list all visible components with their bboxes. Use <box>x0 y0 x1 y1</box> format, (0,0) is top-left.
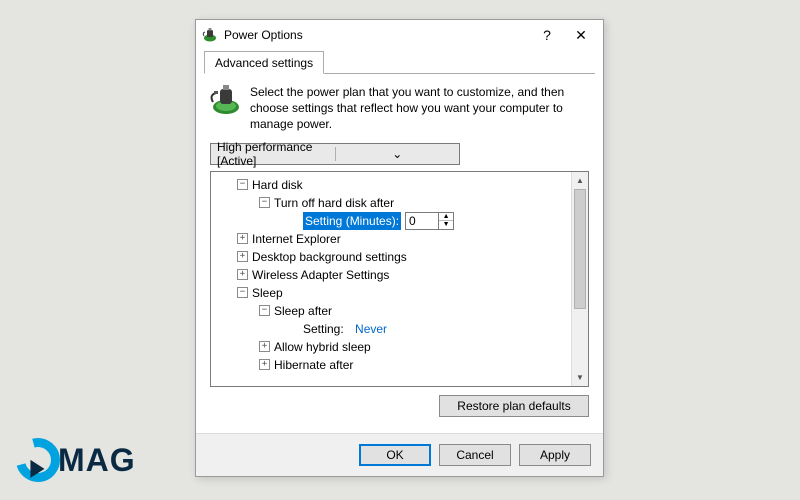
ok-button[interactable]: OK <box>359 444 431 466</box>
collapse-icon[interactable]: − <box>259 197 270 208</box>
cancel-button[interactable]: Cancel <box>439 444 511 466</box>
tree-item-hard-disk[interactable]: − Hard disk <box>215 176 569 194</box>
expand-icon[interactable]: + <box>237 251 248 262</box>
scroll-down-icon[interactable]: ▼ <box>572 369 588 386</box>
close-button[interactable]: ✕ <box>567 24 595 46</box>
spinner-up-icon[interactable]: ▲ <box>439 213 453 221</box>
tree-label: Sleep after <box>274 302 332 320</box>
tree-label: Desktop background settings <box>252 248 407 266</box>
expand-icon[interactable]: + <box>237 269 248 280</box>
collapse-icon[interactable]: − <box>259 305 270 316</box>
settings-tree[interactable]: − Hard disk − Turn off hard disk after S… <box>211 172 571 386</box>
power-icon-small <box>202 27 218 43</box>
tree-label: Allow hybrid sleep <box>274 338 371 356</box>
minutes-input[interactable] <box>406 214 438 228</box>
tab-strip: Advanced settings <box>204 50 595 74</box>
tree-item-wireless[interactable]: + Wireless Adapter Settings <box>215 266 569 284</box>
tree-scrollbar[interactable]: ▲ ▼ <box>571 172 588 386</box>
scroll-track[interactable] <box>572 189 588 369</box>
tree-label: Turn off hard disk after <box>274 194 394 212</box>
setting-value-link[interactable]: Never <box>355 320 387 338</box>
power-plan-icon <box>210 84 242 116</box>
spinner-down-icon[interactable]: ▼ <box>439 221 453 229</box>
tree-item-sleep-setting[interactable]: Setting: Never <box>215 320 569 338</box>
apply-button[interactable]: Apply <box>519 444 591 466</box>
scroll-up-icon[interactable]: ▲ <box>572 172 588 189</box>
plan-dropdown[interactable]: High performance [Active] ⌄ <box>210 143 460 165</box>
tree-label: Wireless Adapter Settings <box>252 266 389 284</box>
tree-item-sleep[interactable]: − Sleep <box>215 284 569 302</box>
tree-label: Hibernate after <box>274 356 353 374</box>
tree-item-hibernate-after[interactable]: + Hibernate after <box>215 356 569 374</box>
power-options-dialog: Power Options ? ✕ Advanced settings Sele… <box>195 19 604 477</box>
chevron-down-icon: ⌄ <box>335 147 460 161</box>
intro-text: Select the power plan that you want to c… <box>250 84 589 133</box>
dialog-title: Power Options <box>224 28 527 42</box>
collapse-icon[interactable]: − <box>237 179 248 190</box>
help-button[interactable]: ? <box>533 24 561 46</box>
restore-defaults-button[interactable]: Restore plan defaults <box>439 395 589 417</box>
tree-item-hybrid-sleep[interactable]: + Allow hybrid sleep <box>215 338 569 356</box>
dialog-button-row: OK Cancel Apply <box>196 433 603 476</box>
tree-label: Sleep <box>252 284 283 302</box>
expand-icon[interactable]: + <box>237 233 248 244</box>
tree-item-turnoff-hdd[interactable]: − Turn off hard disk after <box>215 194 569 212</box>
titlebar: Power Options ? ✕ <box>196 20 603 50</box>
tab-advanced-settings[interactable]: Advanced settings <box>204 51 324 74</box>
tree-label: Hard disk <box>252 176 303 194</box>
setting-minutes-label: Setting (Minutes): <box>303 212 401 230</box>
tree-item-hdd-setting[interactable]: Setting (Minutes): ▲ ▼ <box>215 212 569 230</box>
settings-tree-container: − Hard disk − Turn off hard disk after S… <box>210 171 589 387</box>
collapse-icon[interactable]: − <box>237 287 248 298</box>
tree-item-ie[interactable]: + Internet Explorer <box>215 230 569 248</box>
logo-text: MAG <box>58 442 136 479</box>
plan-dropdown-value: High performance [Active] <box>211 140 335 168</box>
tree-label: Internet Explorer <box>252 230 341 248</box>
logo-c-icon <box>8 430 68 490</box>
tree-item-desktop-bg[interactable]: + Desktop background settings <box>215 248 569 266</box>
tree-item-sleep-after[interactable]: − Sleep after <box>215 302 569 320</box>
setting-label: Setting: <box>303 320 344 338</box>
expand-icon[interactable]: + <box>259 341 270 352</box>
tab-content: Select the power plan that you want to c… <box>196 74 603 433</box>
cmag-logo: MAG <box>16 438 136 482</box>
scroll-thumb[interactable] <box>574 189 586 309</box>
expand-icon[interactable]: + <box>259 359 270 370</box>
minutes-spinner[interactable]: ▲ ▼ <box>405 212 454 230</box>
